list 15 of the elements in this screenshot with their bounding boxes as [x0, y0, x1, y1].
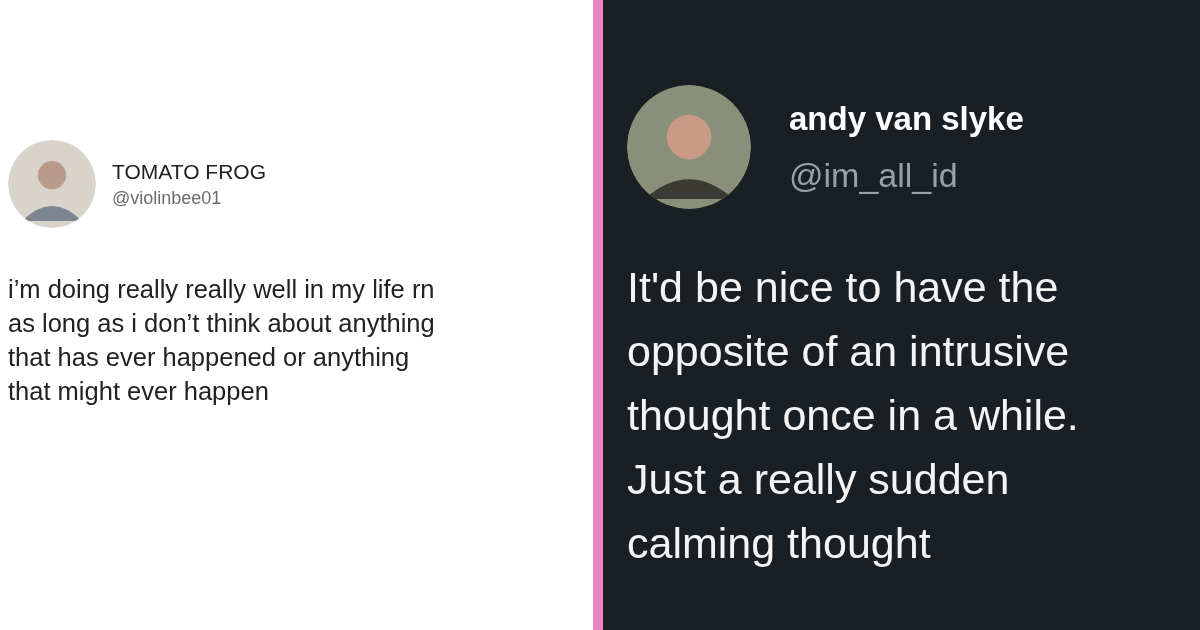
tweet-text-line: Just a really sudden	[627, 454, 1010, 505]
user-name: andy van slyke	[789, 99, 1024, 138]
tweet-text-line: thought once in a while.	[627, 390, 1079, 441]
avatar-icon[interactable]	[627, 85, 751, 209]
tweet-text-line: that has ever happened or anything	[8, 342, 410, 373]
user-name: TOMATO FROG	[112, 159, 266, 184]
tweet-text-line: that might ever happen	[8, 376, 269, 407]
tweet-text-line: calming thought	[627, 518, 931, 569]
avatar-icon[interactable]	[8, 140, 96, 228]
tweet-text-line: opposite of an intrusive	[627, 326, 1070, 377]
user-handle: @im_all_id	[789, 155, 959, 195]
tweet-text-line: as long as i don’t think about anything	[8, 308, 435, 339]
user-handle: @violinbee01	[112, 187, 223, 209]
tweet-text-line: It'd be nice to have the	[627, 262, 1059, 313]
tweet-text-line: i’m doing really really well in my life rn	[8, 274, 435, 305]
